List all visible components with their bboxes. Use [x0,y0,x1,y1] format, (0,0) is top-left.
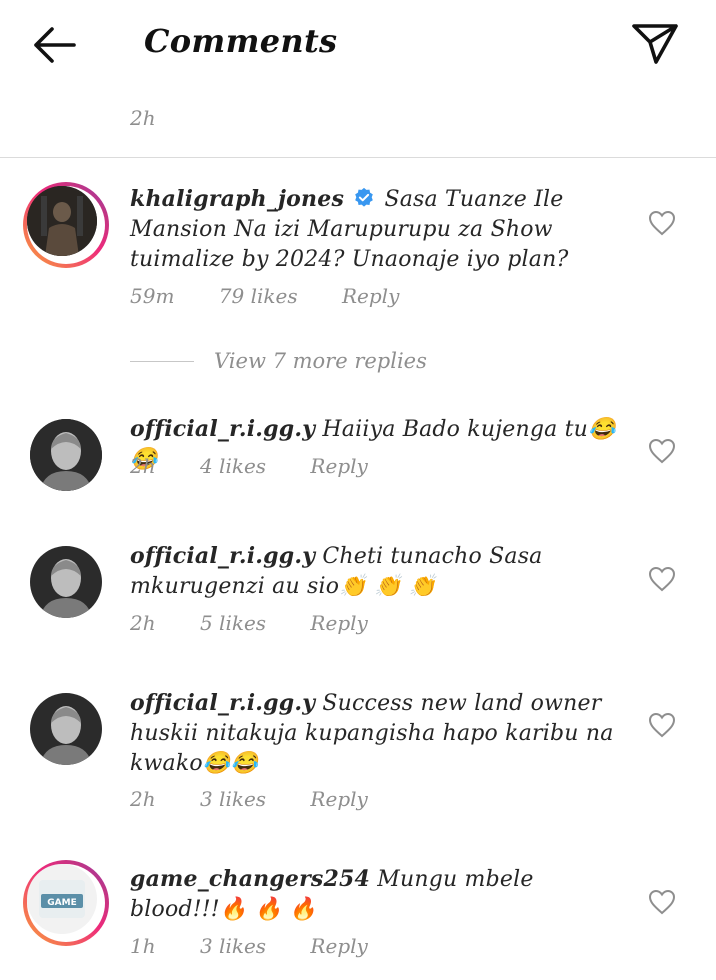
comment-likes[interactable]: 3 likes [200,787,266,811]
heart-outline-icon [648,712,676,738]
comment-likes[interactable]: 79 likes [219,284,298,308]
comment-username[interactable]: khaligraph_jones [130,186,344,212]
heart-outline-icon [648,566,676,592]
comment-username[interactable]: game_changers254 [130,866,370,892]
comment-text: official_r.i.gg.y Cheti tunacho Sasa mku… [130,541,620,602]
comment-time: 1h [130,934,156,958]
comment-text: official_r.i.gg.y Success new land owner… [130,688,620,779]
comment-meta: 1h 3 likes Reply [130,934,406,958]
previous-comment-time: 2h [130,106,156,130]
avatar[interactable] [30,546,102,618]
reply-button[interactable]: Reply [342,284,399,308]
comment-meta: 2h 5 likes Reply [130,611,406,635]
like-button[interactable] [648,889,676,915]
comment-item: khaligraph_jones Sasa Tuanze Ile Mansion… [0,180,716,320]
top-bar: Comments [0,0,716,90]
avatar[interactable] [30,419,102,491]
avatar[interactable] [30,693,102,765]
arrow-left-icon [34,27,76,63]
reply-button[interactable]: Reply [310,454,367,478]
like-button[interactable] [648,438,676,464]
comment-time: 59m [130,284,175,308]
comment-time: 2h [130,454,156,478]
comment-item: GAME game_changers254 Mungu mbele blood!… [0,860,716,974]
comment-time: 2h [130,611,156,635]
comment-meta: 2h 4 likes Reply [130,454,406,478]
comment-text: khaligraph_jones Sasa Tuanze Ile Mansion… [130,184,620,275]
like-button[interactable] [648,712,676,738]
comment-likes[interactable]: 3 likes [200,934,266,958]
avatar[interactable]: GAME [23,860,109,946]
share-button[interactable] [630,22,680,68]
comment-username[interactable]: official_r.i.gg.y [130,543,315,569]
comment-likes[interactable]: 5 likes [200,611,266,635]
comment-likes[interactable]: 4 likes [200,454,266,478]
view-more-line [130,360,194,362]
heart-outline-icon [648,210,676,236]
comment-username[interactable]: official_r.i.gg.y [130,690,315,716]
comment-meta: 2h 3 likes Reply [130,787,406,811]
view-more-replies-button[interactable]: View 7 more replies [130,346,427,376]
avatar[interactable] [23,182,109,268]
reply-button[interactable]: Reply [310,611,367,635]
reply-button[interactable]: Reply [310,787,367,811]
comment-item: official_r.i.gg.y Success new land owner… [0,688,716,818]
comment-item: official_r.i.gg.y Haiiya Bado kujenga tu… [0,414,716,494]
comment-meta: 59m 79 likes Reply [130,284,437,308]
comment-time: 2h [130,787,156,811]
heart-outline-icon [648,438,676,464]
svg-text:GAME: GAME [47,898,76,908]
like-button[interactable] [648,566,676,592]
comment-item: official_r.i.gg.y Cheti tunacho Sasa mku… [0,541,716,641]
reply-button[interactable]: Reply [310,934,367,958]
back-button[interactable] [30,22,80,68]
comment-text: game_changers254 Mungu mbele blood!!!🔥 🔥… [130,864,620,925]
page-title: Comments [144,22,338,60]
divider [0,157,716,158]
like-button[interactable] [648,210,676,236]
heart-outline-icon [648,889,676,915]
verified-badge-icon [355,187,374,207]
comment-username[interactable]: official_r.i.gg.y [130,416,315,442]
paper-plane-icon [632,24,678,64]
view-more-label: View 7 more replies [214,349,427,373]
